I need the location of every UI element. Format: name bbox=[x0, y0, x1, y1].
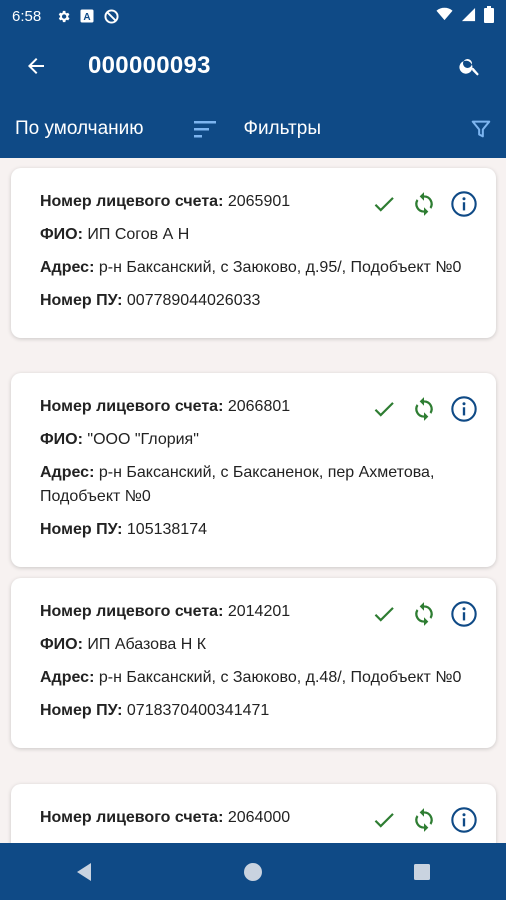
account-number: 2064000 bbox=[227, 809, 291, 826]
signal-icon bbox=[461, 7, 476, 26]
fio-value: ИП Согов А Н bbox=[87, 226, 190, 243]
sync-icon[interactable] bbox=[408, 598, 440, 630]
wifi-icon bbox=[436, 7, 453, 25]
account-number: 2014201 bbox=[227, 603, 291, 620]
account-number: 2065901 bbox=[227, 193, 291, 210]
meter-row: Номер ПУ: 105138174 bbox=[40, 518, 476, 542]
sync-icon[interactable] bbox=[408, 188, 440, 220]
account-number: 2066801 bbox=[227, 398, 291, 415]
a-box-icon: A bbox=[79, 8, 95, 24]
back-button[interactable] bbox=[8, 38, 64, 94]
account-list: Номер лицевого счета: 2065901 ФИО: ИП Со… bbox=[0, 158, 506, 843]
account-card[interactable]: Номер лицевого счета: 2065901 ФИО: ИП Со… bbox=[11, 168, 496, 338]
filter-funnel-icon[interactable] bbox=[468, 116, 494, 142]
address-row: Адрес: р-н Баксанский, с Заюково, д.95/,… bbox=[40, 256, 476, 280]
meter-label: Номер ПУ: bbox=[40, 521, 123, 538]
check-icon[interactable] bbox=[368, 393, 400, 425]
check-icon[interactable] bbox=[368, 598, 400, 630]
info-icon[interactable] bbox=[448, 188, 480, 220]
sort-button[interactable]: По умолчанию bbox=[15, 118, 144, 140]
triangle-back-icon bbox=[77, 862, 92, 881]
address-value: р-н Баксанский, с Заюково, д.48/, Подобъ… bbox=[98, 669, 462, 686]
fio-row: ФИО: ИП Абазова Н К bbox=[40, 633, 476, 657]
card-actions bbox=[368, 188, 480, 220]
meter-number: 007789044026033 bbox=[126, 292, 261, 309]
account-label: Номер лицевого счета: bbox=[40, 809, 224, 826]
fio-row: ФИО: ИП Согов А Н bbox=[40, 223, 476, 247]
filter-bar: По умолчанию Фильтры bbox=[0, 100, 506, 158]
app-bar: 000000093 bbox=[0, 32, 506, 100]
filters-button[interactable]: Фильтры bbox=[244, 118, 321, 140]
fio-label: ФИО: bbox=[40, 636, 83, 653]
page-title: 000000093 bbox=[88, 52, 211, 79]
meter-number: 105138174 bbox=[126, 521, 207, 538]
search-button[interactable] bbox=[442, 38, 498, 94]
info-icon[interactable] bbox=[448, 598, 480, 630]
meter-row: Номер ПУ: 007789044026033 bbox=[40, 289, 476, 313]
nav-recents-button[interactable] bbox=[402, 852, 442, 892]
meter-number: 0718370400341471 bbox=[126, 702, 270, 719]
fio-label: ФИО: bbox=[40, 226, 83, 243]
svg-text:A: A bbox=[84, 12, 91, 23]
sync-icon[interactable] bbox=[408, 393, 440, 425]
account-card[interactable]: Номер лицевого счета: 2066801 ФИО: "ООО … bbox=[11, 373, 496, 567]
card-actions bbox=[368, 804, 480, 836]
system-nav-bar bbox=[0, 843, 506, 900]
account-card[interactable]: Номер лицевого счета: 2064000 ФИО: bbox=[11, 784, 496, 843]
info-icon[interactable] bbox=[448, 393, 480, 425]
fio-value: "ООО "Глория" bbox=[87, 431, 199, 448]
fio-row: ФИО: "ООО "Глория" bbox=[40, 428, 476, 452]
account-label: Номер лицевого счета: bbox=[40, 193, 224, 210]
no-disturb-icon bbox=[103, 8, 119, 24]
account-card[interactable]: Номер лицевого счета: 2014201 ФИО: ИП Аб… bbox=[11, 578, 496, 748]
fio-label: ФИО: bbox=[40, 431, 83, 448]
sort-icon[interactable] bbox=[192, 116, 218, 142]
account-label: Номер лицевого счета: bbox=[40, 603, 224, 620]
status-bar: 6:58 A bbox=[0, 0, 506, 32]
address-label: Адрес: bbox=[40, 669, 95, 686]
address-label: Адрес: bbox=[40, 464, 95, 481]
nav-home-button[interactable] bbox=[233, 852, 273, 892]
nav-back-button[interactable] bbox=[64, 852, 104, 892]
gear-icon bbox=[55, 8, 71, 24]
search-icon bbox=[459, 59, 479, 76]
battery-icon bbox=[484, 5, 494, 27]
address-row: Адрес: р-н Баксанский, с Баксаненок, пер… bbox=[40, 461, 476, 509]
address-label: Адрес: bbox=[40, 259, 95, 276]
circle-home-icon bbox=[243, 862, 262, 881]
status-time: 6:58 bbox=[12, 7, 42, 25]
sync-icon[interactable] bbox=[408, 804, 440, 836]
address-row: Адрес: р-н Баксанский, с Заюково, д.48/,… bbox=[40, 666, 476, 690]
meter-label: Номер ПУ: bbox=[40, 292, 123, 309]
address-value: р-н Баксанский, с Заюково, д.95/, Подобъ… bbox=[98, 259, 462, 276]
address-value: р-н Баксанский, с Баксаненок, пер Ахмето… bbox=[40, 464, 435, 505]
arrow-left-icon bbox=[28, 58, 44, 74]
info-icon[interactable] bbox=[448, 804, 480, 836]
meter-label: Номер ПУ: bbox=[40, 702, 123, 719]
square-recents-icon bbox=[413, 863, 430, 880]
check-icon[interactable] bbox=[368, 804, 400, 836]
fio-value: ИП Абазова Н К bbox=[87, 636, 207, 653]
account-label: Номер лицевого счета: bbox=[40, 398, 224, 415]
card-actions bbox=[368, 393, 480, 425]
meter-row: Номер ПУ: 0718370400341471 bbox=[40, 699, 476, 723]
card-actions bbox=[368, 598, 480, 630]
check-icon[interactable] bbox=[368, 188, 400, 220]
